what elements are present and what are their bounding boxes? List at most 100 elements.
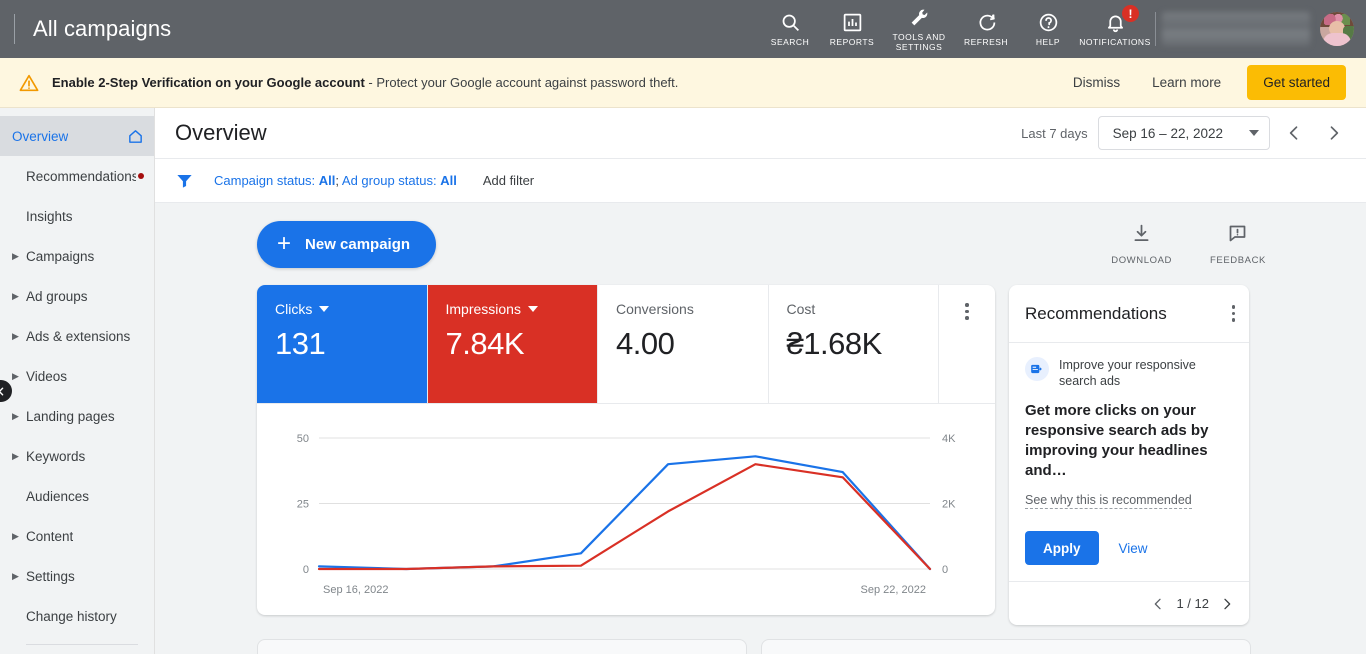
help-icon [1038, 12, 1059, 34]
recommendations-card: Recommendations Improve your responsive … [1009, 285, 1249, 625]
sidebar-item-change-history[interactable]: Change history [0, 596, 154, 636]
filter-bar: Campaign status: All; Ad group status: A… [155, 158, 1366, 203]
sidebar-item-videos[interactable]: ▶ Videos [0, 356, 154, 396]
recommendations-prev-button[interactable] [1150, 596, 1166, 612]
download-icon [1131, 223, 1152, 249]
metric-clicks-header: Clicks [275, 301, 427, 317]
topnav-refresh-label: REFRESH [963, 36, 1009, 47]
sidebar-item-label: Ad groups [26, 288, 88, 304]
recommendation-type: Improve your responsive search ads [1025, 357, 1233, 389]
filter-chip-status[interactable]: Campaign status: All; Ad group status: A… [214, 173, 457, 188]
metrics-more-button[interactable] [939, 285, 995, 403]
topnav-search[interactable]: SEARCH [759, 0, 821, 58]
app-title: All campaigns [33, 16, 172, 41]
metric-clicks-value: 131 [275, 326, 326, 361]
topnav-help[interactable]: HELP [1017, 0, 1079, 58]
feedback-label: FEEDBACK [1209, 254, 1266, 266]
date-range-value: Sep 16 – 22, 2022 [1112, 125, 1223, 141]
chevron-down-icon [1249, 130, 1259, 136]
topnav-reports[interactable]: REPORTS [821, 0, 883, 58]
two-step-verification-banner: Enable 2-Step Verification on your Googl… [0, 58, 1366, 108]
chevron-right-icon: ▶ [12, 250, 19, 261]
metric-clicks[interactable]: Clicks 131 [257, 285, 428, 403]
add-filter-button[interactable]: Add filter [483, 173, 534, 188]
metric-cost[interactable]: Cost ₴1.68K [769, 285, 939, 403]
recommendations-next-button[interactable] [1219, 596, 1235, 612]
topbar-divider [14, 14, 15, 44]
performance-card: Clicks 131 Impressions 7.84K Conversions… [257, 285, 995, 615]
search-icon [780, 12, 801, 34]
sidebar-item-settings[interactable]: ▶ Settings [0, 556, 154, 596]
avatar[interactable] [1320, 12, 1354, 46]
svg-text:4K: 4K [942, 433, 956, 445]
chevron-down-icon[interactable] [527, 306, 538, 312]
overview-content: + New campaign DOWNLOAD FEEDBACK Clicks … [155, 203, 1366, 654]
bottom-cards-row [173, 625, 1348, 654]
chevron-right-icon: ▶ [12, 410, 19, 421]
metric-impressions-value: 7.84K [445, 326, 525, 361]
recommendations-pager: 1 / 12 [1009, 581, 1249, 625]
metric-conversions-name: Conversions [616, 301, 694, 317]
sidebar-item-audiences[interactable]: Audiences [0, 476, 154, 516]
metric-impressions-name: Impressions [445, 301, 521, 317]
filter-chip-campaign-prefix: Campaign status: [214, 173, 319, 188]
page-header: Overview Last 7 days Sep 16 – 22, 2022 [155, 108, 1366, 158]
topnav-notifications[interactable]: ! NOTIFICATIONS [1079, 0, 1151, 58]
top-app-bar: All campaigns SEARCH REPORTS TOOLS AND S… [0, 0, 1366, 58]
sidebar-item-keywords[interactable]: ▶ Keywords [0, 436, 154, 476]
topnav-tools-and-settings[interactable]: TOOLS AND SETTINGS [883, 0, 955, 58]
chevron-right-icon: ▶ [12, 290, 19, 301]
sidebar-item-ads-extensions[interactable]: ▶ Ads & extensions [0, 316, 154, 356]
sidebar-item-content[interactable]: ▶ Content [0, 516, 154, 556]
sidebar-item-recommendations[interactable]: Recommendations [0, 156, 154, 196]
sidebar-nav: Overview Recommendations Insights ▶ Camp… [0, 108, 155, 654]
metric-cost-name: Cost [786, 301, 816, 317]
view-button[interactable]: View [1109, 541, 1158, 556]
performance-chart-svg: 0 0 25 2K 50 4K Sep 16, 2022 Sep 22, 2022 [297, 433, 956, 596]
filter-funnel-icon[interactable] [175, 171, 194, 190]
see-why-recommended-link[interactable]: See why this is recommended [1025, 493, 1192, 509]
get-started-button[interactable]: Get started [1247, 65, 1346, 100]
chevron-down-icon[interactable] [319, 306, 330, 312]
sidebar-item-campaigns[interactable]: ▶ Campaigns [0, 236, 154, 276]
recommendation-actions: Apply View [1025, 531, 1233, 581]
sidebar-item-insights[interactable]: Insights [0, 196, 154, 236]
date-range-controls: Last 7 days Sep 16 – 22, 2022 [1021, 116, 1350, 150]
sidebar-item-label: Insights [26, 208, 73, 224]
date-next-button[interactable] [1318, 117, 1350, 149]
learn-more-link[interactable]: Learn more [1138, 66, 1235, 99]
metric-clicks-name: Clicks [275, 301, 313, 317]
page-title: Overview [175, 120, 267, 145]
metric-cost-value: ₴1.68K [786, 326, 883, 361]
bottom-card-right[interactable] [761, 639, 1251, 654]
new-campaign-button[interactable]: + New campaign [257, 220, 437, 268]
metric-conversions[interactable]: Conversions 4.00 [598, 285, 769, 403]
topbar-actions: SEARCH REPORTS TOOLS AND SETTINGS REFRES… [759, 0, 1366, 58]
feedback-button[interactable]: FEEDBACK [1210, 223, 1266, 266]
more-vertical-icon [965, 303, 969, 320]
notification-badge: ! [1122, 5, 1139, 22]
home-icon [127, 128, 144, 145]
sidebar-item-ad-groups[interactable]: ▶ Ad groups [0, 276, 154, 316]
metric-impressions[interactable]: Impressions 7.84K [427, 285, 598, 403]
date-range-selector[interactable]: Sep 16 – 22, 2022 [1097, 116, 1270, 150]
banner-actions: Dismiss Learn more Get started [1059, 65, 1346, 100]
topnav-help-label: HELP [1035, 36, 1061, 47]
apply-button[interactable]: Apply [1025, 531, 1099, 565]
sidebar-item-overview[interactable]: Overview [0, 116, 154, 156]
date-prev-button[interactable] [1278, 117, 1310, 149]
dismiss-button[interactable]: Dismiss [1059, 66, 1134, 99]
chevron-right-icon: ▶ [12, 330, 19, 341]
refresh-icon [976, 12, 997, 34]
sidebar-item-landing-pages[interactable]: ▶ Landing pages [0, 396, 154, 436]
download-button[interactable]: DOWNLOAD [1111, 223, 1172, 266]
recommendations-page-indicator: 1 / 12 [1176, 596, 1209, 611]
bottom-card-left[interactable] [257, 639, 747, 654]
action-right-group: DOWNLOAD FEEDBACK [1111, 223, 1266, 266]
topnav-notifications-label: NOTIFICATIONS [1079, 36, 1151, 47]
more-vertical-icon[interactable] [1231, 305, 1235, 322]
topnav-refresh[interactable]: REFRESH [955, 0, 1017, 58]
account-block[interactable] [1162, 0, 1366, 58]
reports-icon [842, 12, 863, 34]
metric-impressions-header: Impressions [446, 301, 598, 317]
